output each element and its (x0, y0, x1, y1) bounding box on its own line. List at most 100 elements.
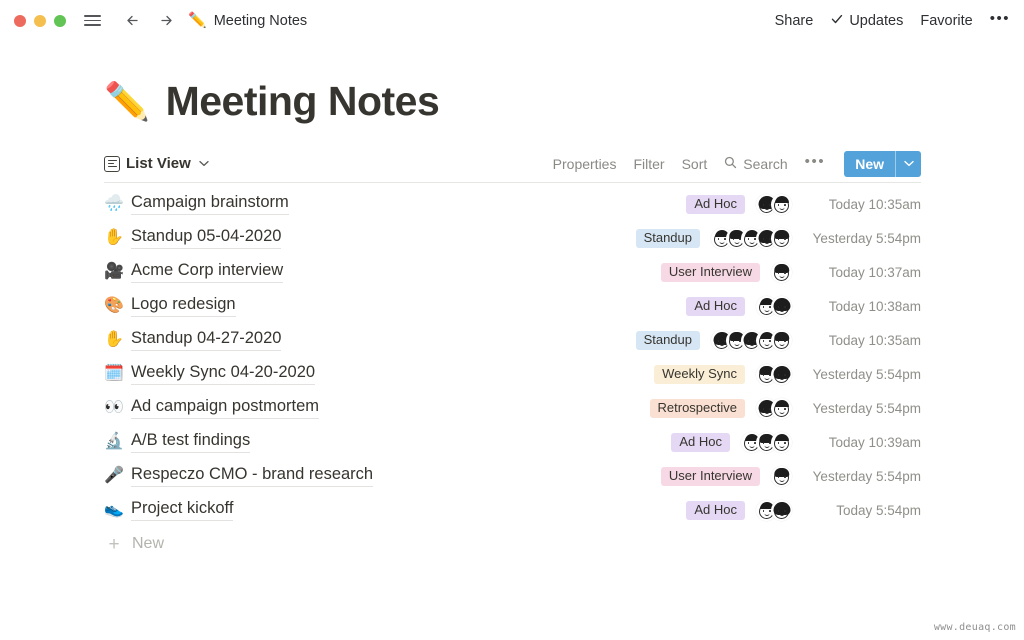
row-title-link[interactable]: Logo redesign (131, 295, 236, 317)
row-emoji-icon: 🗓️ (104, 365, 124, 382)
row-timestamp: Today 5:54pm (836, 502, 921, 518)
status-badge[interactable]: Ad Hoc (686, 194, 745, 214)
row-emoji-icon: 🎤 (104, 467, 124, 484)
titlebar-actions: Share Updates Favorite ••• (775, 10, 1010, 31)
close-window-button[interactable] (14, 14, 26, 27)
avatar (771, 295, 792, 317)
table-row[interactable]: 🔬 A/B test findings Ad Hoc Today 10:39am (104, 425, 921, 459)
status-badge[interactable]: Ad Hoc (671, 432, 730, 452)
window-titlebar: ✏️ Meeting Notes Share Updates Favorite … (0, 0, 1024, 41)
watermark: www.deuaq.com (933, 622, 1016, 633)
new-button-group: New (844, 150, 921, 177)
status-badge[interactable]: Weekly Sync (654, 364, 745, 384)
more-options-icon[interactable]: ••• (990, 10, 1010, 31)
avatar (771, 329, 792, 351)
row-title-link[interactable]: Respeczo CMO - brand research (131, 465, 374, 487)
new-button-dropdown-icon[interactable] (896, 151, 921, 177)
window-controls (14, 14, 66, 27)
avatar-group[interactable] (756, 499, 792, 521)
avatar-group[interactable] (756, 397, 792, 419)
table-row[interactable]: 🌧️ Campaign brainstorm Ad Hoc Today 10:35am (104, 187, 921, 221)
table-row[interactable]: 👟 Project kickoff Ad Hoc Today 5:54pm (104, 493, 921, 527)
search-icon (724, 156, 737, 172)
row-timestamp: Today 10:35am (828, 332, 921, 348)
table-row[interactable]: 👀 Ad campaign postmortem Retrospective Yest… (104, 391, 921, 425)
row-right: Ad Hoc Today 10:38am (686, 295, 921, 317)
avatar-group[interactable] (771, 261, 792, 283)
database-toolbar: List View Properties Filter Sort Search … (104, 149, 921, 183)
row-left: ✋ Standup 05-04-2020 (104, 227, 282, 249)
add-new-row-label: New (132, 535, 165, 552)
row-left: ✋ Standup 04-27-2020 (104, 329, 282, 351)
row-left: 🗓️ Weekly Sync 04-20-2020 (104, 363, 316, 385)
table-row[interactable]: 🗓️ Weekly Sync 04-20-2020 Weekly Sync Yeste… (104, 357, 921, 391)
row-left: 🎨 Logo redesign (104, 295, 236, 317)
row-title-link[interactable]: Standup 04-27-2020 (131, 329, 282, 351)
row-right: Retrospective Yesterday 5:54pm (649, 397, 921, 419)
avatar-group[interactable] (756, 295, 792, 317)
table-row[interactable]: ✋ Standup 04-27-2020 Standup Today 10:35am (104, 323, 921, 357)
row-left: 🌧️ Campaign brainstorm (104, 193, 289, 215)
add-new-row-button[interactable]: + New (104, 527, 921, 561)
avatar-group[interactable] (741, 431, 792, 453)
back-arrow-icon[interactable] (120, 9, 144, 33)
status-badge[interactable]: Ad Hoc (686, 296, 745, 316)
toolbar-more-icon[interactable]: ••• (805, 153, 826, 174)
table-row[interactable]: ✋ Standup 05-04-2020 Standup Yesterday 5:54… (104, 221, 921, 255)
favorite-button[interactable]: Favorite (920, 13, 972, 29)
avatar-group[interactable] (756, 363, 792, 385)
table-row[interactable]: 🎨 Logo redesign Ad Hoc Today 10:38am (104, 289, 921, 323)
maximize-window-button[interactable] (54, 14, 66, 27)
hamburger-menu-icon[interactable] (80, 9, 104, 33)
avatar-group[interactable] (711, 329, 792, 351)
minimize-window-button[interactable] (34, 14, 46, 27)
sort-button[interactable]: Sort (682, 156, 708, 172)
row-title-link[interactable]: Acme Corp interview (131, 261, 284, 283)
breadcrumb-title: Meeting Notes (213, 12, 308, 29)
row-right: Standup Yesterday 5:54pm (635, 227, 921, 249)
list-view-label: List View (126, 155, 191, 172)
row-left: 🔬 A/B test findings (104, 431, 251, 453)
table-row[interactable]: 🎥 Acme Corp interview User Interview Today … (104, 255, 921, 289)
tab-list-view[interactable]: List View (104, 155, 209, 172)
status-badge[interactable]: Retrospective (649, 398, 745, 418)
status-badge[interactable]: Standup (635, 228, 700, 248)
avatar-group[interactable] (756, 193, 792, 215)
status-badge[interactable]: Ad Hoc (686, 500, 745, 520)
share-button[interactable]: Share (775, 13, 814, 29)
row-title-link[interactable]: Weekly Sync 04-20-2020 (131, 363, 316, 385)
page-body: ✏️ Meeting Notes List View Properties Fi… (0, 78, 1024, 561)
row-right: User Interview Yesterday 5:54pm (660, 465, 921, 487)
breadcrumb[interactable]: ✏️ Meeting Notes (188, 13, 307, 29)
row-title-link[interactable]: Campaign brainstorm (131, 193, 289, 215)
navigation-arrows (120, 9, 178, 33)
properties-button[interactable]: Properties (553, 156, 617, 172)
search-button[interactable]: Search (724, 156, 788, 172)
forward-arrow-icon[interactable] (154, 9, 178, 33)
status-badge[interactable]: User Interview (660, 466, 760, 486)
avatar-group[interactable] (711, 227, 792, 249)
new-button[interactable]: New (844, 151, 895, 177)
row-title-link[interactable]: Standup 05-04-2020 (131, 227, 282, 249)
filter-button[interactable]: Filter (633, 156, 664, 172)
avatar (771, 193, 792, 215)
row-title-link[interactable]: Project kickoff (131, 499, 234, 521)
avatar-group[interactable] (771, 465, 792, 487)
row-timestamp: Yesterday 5:54pm (812, 366, 921, 382)
row-left: 👀 Ad campaign postmortem (104, 397, 320, 419)
row-title-link[interactable]: A/B test findings (131, 431, 251, 453)
row-left: 🎤 Respeczo CMO - brand research (104, 465, 374, 487)
row-right: User Interview Today 10:37am (660, 261, 921, 283)
updates-button[interactable]: Updates (830, 12, 903, 30)
table-row[interactable]: 🎤 Respeczo CMO - brand research User Inter… (104, 459, 921, 493)
pencil-icon: ✏️ (188, 12, 207, 29)
row-left: 🎥 Acme Corp interview (104, 261, 284, 283)
page-title: ✏️ Meeting Notes (104, 78, 921, 125)
row-emoji-icon: ✋ (104, 229, 124, 246)
row-emoji-icon: 👟 (104, 501, 124, 518)
note-list: 🌧️ Campaign brainstorm Ad Hoc Today 10:35am… (104, 187, 921, 527)
row-right: Weekly Sync Yesterday 5:54pm (654, 363, 921, 385)
row-title-link[interactable]: Ad campaign postmortem (131, 397, 320, 419)
status-badge[interactable]: Standup (635, 330, 700, 350)
status-badge[interactable]: User Interview (660, 262, 760, 282)
